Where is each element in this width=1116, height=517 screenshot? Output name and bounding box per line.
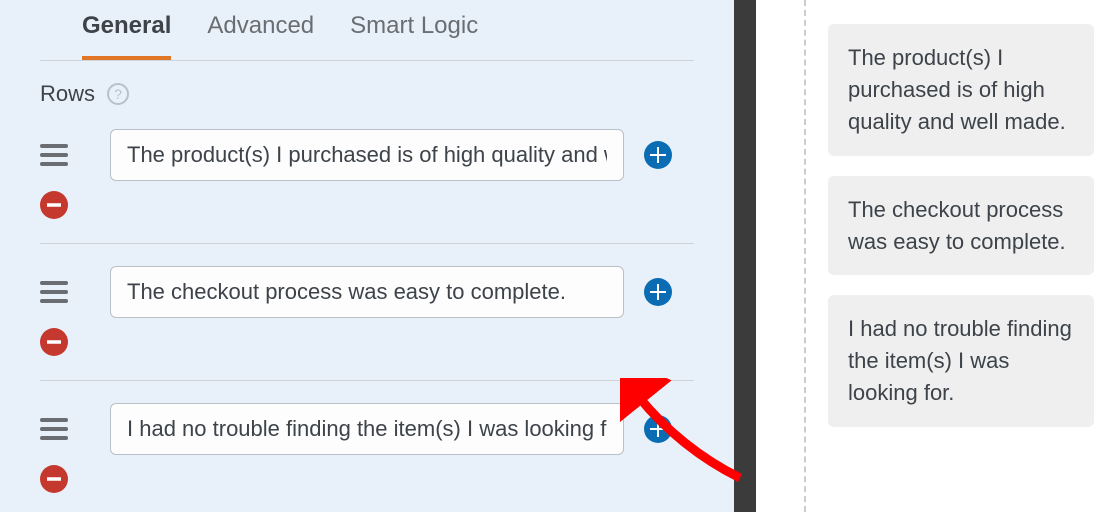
add-row-button[interactable] <box>644 415 672 443</box>
minus-icon <box>47 198 61 212</box>
settings-panel: General Advanced Smart Logic Rows ? <box>0 0 734 512</box>
preview-item: I had no trouble finding the item(s) I w… <box>828 295 1094 427</box>
rows-section: Rows ? <box>0 61 734 517</box>
rows-label: Rows <box>40 81 95 107</box>
add-row-button[interactable] <box>644 141 672 169</box>
rows-header: Rows ? <box>40 81 694 107</box>
drag-handle-icon[interactable] <box>40 277 90 307</box>
remove-row-button[interactable] <box>40 465 68 493</box>
plus-icon <box>650 421 666 437</box>
help-icon[interactable]: ? <box>107 83 129 105</box>
remove-row-button[interactable] <box>40 328 68 356</box>
panel-edge <box>734 0 756 512</box>
minus-icon <box>47 335 61 349</box>
row-item <box>40 403 694 517</box>
row-input[interactable] <box>110 403 624 455</box>
tabs-bar: General Advanced Smart Logic <box>40 0 694 61</box>
plus-icon <box>650 284 666 300</box>
preview-panel: The product(s) I purchased is of high qu… <box>806 0 1116 512</box>
minus-icon <box>47 472 61 486</box>
panel-divider <box>756 0 806 512</box>
preview-item: The checkout process was easy to complet… <box>828 176 1094 276</box>
row-item <box>40 129 694 244</box>
drag-handle-icon[interactable] <box>40 140 90 170</box>
plus-icon <box>650 147 666 163</box>
tab-general[interactable]: General <box>82 12 171 60</box>
row-input[interactable] <box>110 266 624 318</box>
tab-smart-logic[interactable]: Smart Logic <box>350 12 478 60</box>
tab-advanced[interactable]: Advanced <box>207 12 314 60</box>
preview-item: The product(s) I purchased is of high qu… <box>828 24 1094 156</box>
row-input[interactable] <box>110 129 624 181</box>
add-row-button[interactable] <box>644 278 672 306</box>
row-item <box>40 266 694 381</box>
remove-row-button[interactable] <box>40 191 68 219</box>
drag-handle-icon[interactable] <box>40 414 90 444</box>
